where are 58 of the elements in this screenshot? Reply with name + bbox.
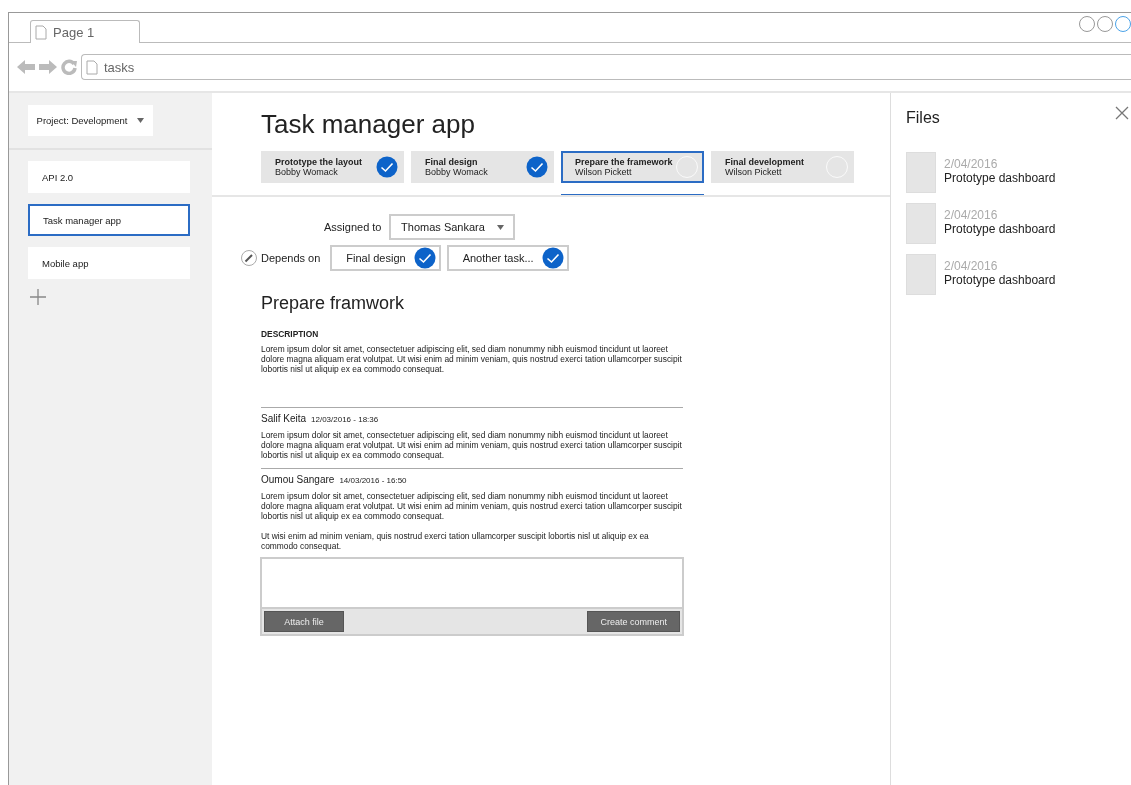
plus-icon[interactable] bbox=[30, 289, 46, 305]
files-title: Files bbox=[906, 109, 940, 127]
forward-arrow-icon[interactable] bbox=[39, 60, 57, 74]
comment-text: Lorem ipsum dolor sit amet, consectetuer adipiscing elit, sed diam nonummy nibh euismod tincidunt ut laoreet dolore magna aliquam erat volutpat. Ut wisi enim ad minim veniam, quis nostrud exerci tation ullamcorper suscipit lobortis nisl ut aliquip ex ea commodo consequat. bbox=[261, 430, 683, 460]
file-thumbnail bbox=[906, 203, 936, 244]
project-item[interactable]: Mobile app bbox=[28, 247, 190, 279]
caret-icon bbox=[496, 224, 504, 230]
depends-label: Depends on bbox=[261, 252, 321, 264]
create-comment-button[interactable]: Create comment bbox=[587, 611, 680, 632]
project-dropdown[interactable]: Project: Development bbox=[28, 105, 153, 136]
pencil-icon[interactable] bbox=[241, 250, 257, 266]
task-title: Prepare framwork bbox=[261, 293, 406, 314]
back-arrow-icon[interactable] bbox=[17, 60, 35, 74]
stage-assignee: Bobby Womack bbox=[275, 167, 339, 177]
description-heading: DESCRIPTION bbox=[261, 329, 320, 339]
stage-tab[interactable]: Final design Bobby Womack bbox=[411, 151, 554, 183]
file-name[interactable]: Prototype dashboard bbox=[944, 171, 1056, 185]
stage-title: Prepare the framework bbox=[575, 157, 673, 167]
comment-time: 12/03/2016 - 18:36 bbox=[311, 415, 379, 424]
assignee-dropdown[interactable]: Thomas Sankara bbox=[389, 214, 516, 240]
comment-field[interactable] bbox=[260, 557, 684, 609]
address-bar[interactable]: tasks bbox=[81, 54, 1131, 80]
stage-assignee: Wilson Pickett bbox=[725, 167, 783, 177]
file-name[interactable]: Prototype dashboard bbox=[944, 273, 1056, 287]
close-icon[interactable] bbox=[1115, 106, 1129, 120]
file-thumbnail bbox=[906, 254, 936, 295]
stage-title: Prototype the layout bbox=[275, 157, 362, 167]
stage-title: Final development bbox=[725, 157, 804, 167]
stage-tab[interactable]: Prototype the layout Bobby Womack bbox=[261, 151, 404, 183]
file-date: 2/04/2016 bbox=[944, 208, 999, 222]
reload-icon[interactable] bbox=[61, 59, 77, 75]
comment-text: Ut wisi enim ad minim veniam, quis nostrud exerci tation ullamcorper suscipit lobortis nisl ut aliquip ex ea commodo consequat. bbox=[261, 531, 650, 551]
stage-title: Final design bbox=[425, 157, 479, 167]
comment-author: Oumou Sangare bbox=[261, 474, 335, 485]
attach-file-button[interactable]: Attach file bbox=[264, 611, 344, 632]
browser-tab[interactable]: Page 1 bbox=[30, 20, 140, 43]
tab-label: Page 1 bbox=[53, 24, 95, 40]
comment-time: 14/03/2016 - 16:50 bbox=[339, 476, 407, 485]
description-text: Lorem ipsum dolor sit amet, consectetuer adipiscing elit, sed diam nonummy nibh euismod tincidunt ut laoreet dolore magna aliquam erat volutpat. Ut wisi enim ad minim veniam, quis nostrud exerci tation ullamcorper suscipit lobortis nisl ut aliquip ex ea commodo consequat. bbox=[261, 344, 683, 374]
file-date: 2/04/2016 bbox=[944, 157, 999, 171]
dependency-chip[interactable]: Final design bbox=[330, 245, 441, 271]
document-icon bbox=[86, 59, 98, 75]
caret-icon bbox=[137, 118, 145, 123]
stage-assignee: Wilson Pickett bbox=[575, 167, 633, 177]
document-icon bbox=[35, 24, 47, 40]
stage-tab[interactable]: Prepare the framework Wilson Pickett bbox=[561, 151, 704, 183]
assigned-label: Assigned to bbox=[324, 221, 382, 233]
page-title: Task manager app bbox=[261, 109, 476, 140]
stage-tab[interactable]: Final development Wilson Pickett bbox=[711, 151, 854, 183]
file-thumbnail bbox=[906, 152, 936, 193]
stage-assignee: Bobby Womack bbox=[425, 167, 488, 177]
comment-author: Salif Keita bbox=[261, 413, 307, 424]
file-date: 2/04/2016 bbox=[944, 259, 999, 273]
project-item[interactable]: API 2.0 bbox=[28, 161, 190, 193]
comment-text: Lorem ipsum dolor sit amet, consectetuer adipiscing elit, sed diam nonummy nibh euismod tincidunt ut laoreet dolore magna aliquam erat volutpat. Ut wisi enim ad minim veniam, quis nostrud exerci tation ullamcorper suscipit lobortis nisl ut aliquip ex ea commodo consequat. bbox=[261, 491, 683, 521]
file-name[interactable]: Prototype dashboard bbox=[944, 222, 1056, 236]
dependency-chip[interactable]: Another task... bbox=[446, 245, 569, 271]
project-item[interactable]: Task manager app bbox=[28, 204, 190, 236]
